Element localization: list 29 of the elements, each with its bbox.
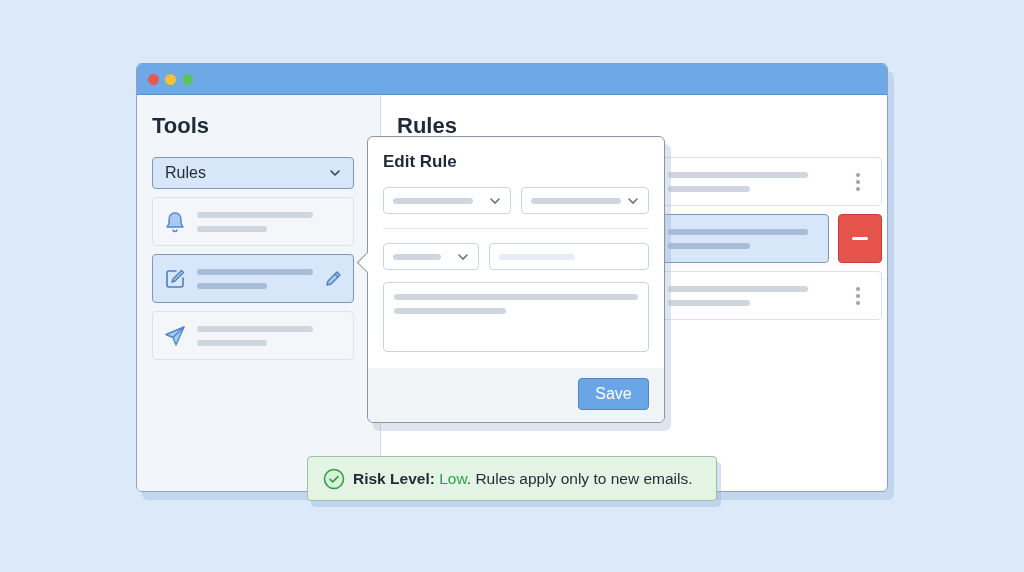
check-circle-icon bbox=[323, 467, 345, 490]
placeholder-bar bbox=[197, 339, 267, 346]
text-area[interactable] bbox=[383, 282, 649, 352]
window-control[interactable] bbox=[148, 73, 159, 85]
placeholder-bar bbox=[393, 253, 441, 260]
input-field[interactable] bbox=[489, 243, 649, 270]
chevron-down-icon bbox=[329, 169, 341, 177]
tool-item[interactable] bbox=[152, 254, 354, 303]
category-dropdown[interactable]: Rules bbox=[152, 157, 354, 189]
chevron-down-icon bbox=[457, 252, 469, 261]
chevron-down-icon bbox=[489, 196, 501, 205]
notice-text: Risk Level: Low. Rules apply only to new emails. bbox=[353, 469, 693, 488]
delete-button[interactable] bbox=[838, 214, 882, 263]
placeholder-bar bbox=[197, 282, 267, 289]
bell-icon bbox=[163, 209, 187, 234]
popover-title: Edit Rule bbox=[383, 151, 458, 173]
more-icon[interactable] bbox=[855, 285, 861, 306]
select-field[interactable] bbox=[383, 243, 479, 270]
page-title: Rules bbox=[397, 112, 458, 140]
paper-plane-icon bbox=[163, 323, 187, 348]
select-field[interactable] bbox=[521, 187, 649, 214]
window-control[interactable] bbox=[182, 73, 193, 85]
select-field[interactable] bbox=[383, 187, 511, 214]
sidebar-title: Tools bbox=[152, 112, 211, 140]
minus-icon bbox=[852, 236, 868, 241]
placeholder-bar bbox=[197, 225, 267, 232]
window-control[interactable] bbox=[165, 73, 176, 85]
more-icon[interactable] bbox=[855, 171, 861, 192]
chevron-down-icon bbox=[627, 196, 639, 205]
